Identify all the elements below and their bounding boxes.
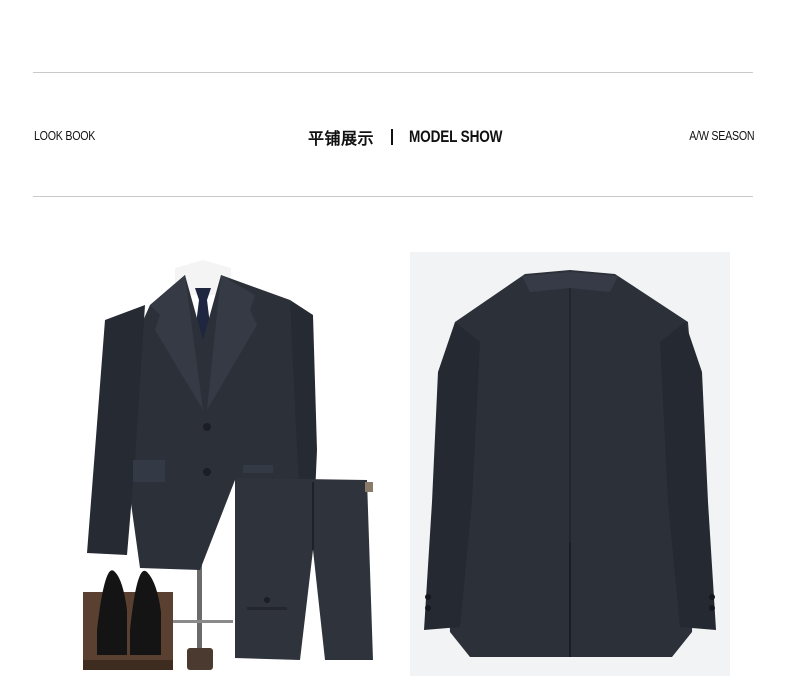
suit-front-photo xyxy=(75,250,385,675)
top-divider xyxy=(33,72,753,73)
section-title-en: MODEL SHOW xyxy=(409,127,503,146)
look-book-label: LOOK BOOK xyxy=(34,128,96,143)
suit-back-photo xyxy=(410,252,730,676)
bottom-divider xyxy=(33,196,753,197)
section-title: 平铺展示 MODEL SHOW xyxy=(308,124,526,150)
title-separator xyxy=(391,129,394,145)
season-label: A/W SEASON xyxy=(688,128,754,143)
section-title-cn: 平铺展示 xyxy=(308,129,375,148)
